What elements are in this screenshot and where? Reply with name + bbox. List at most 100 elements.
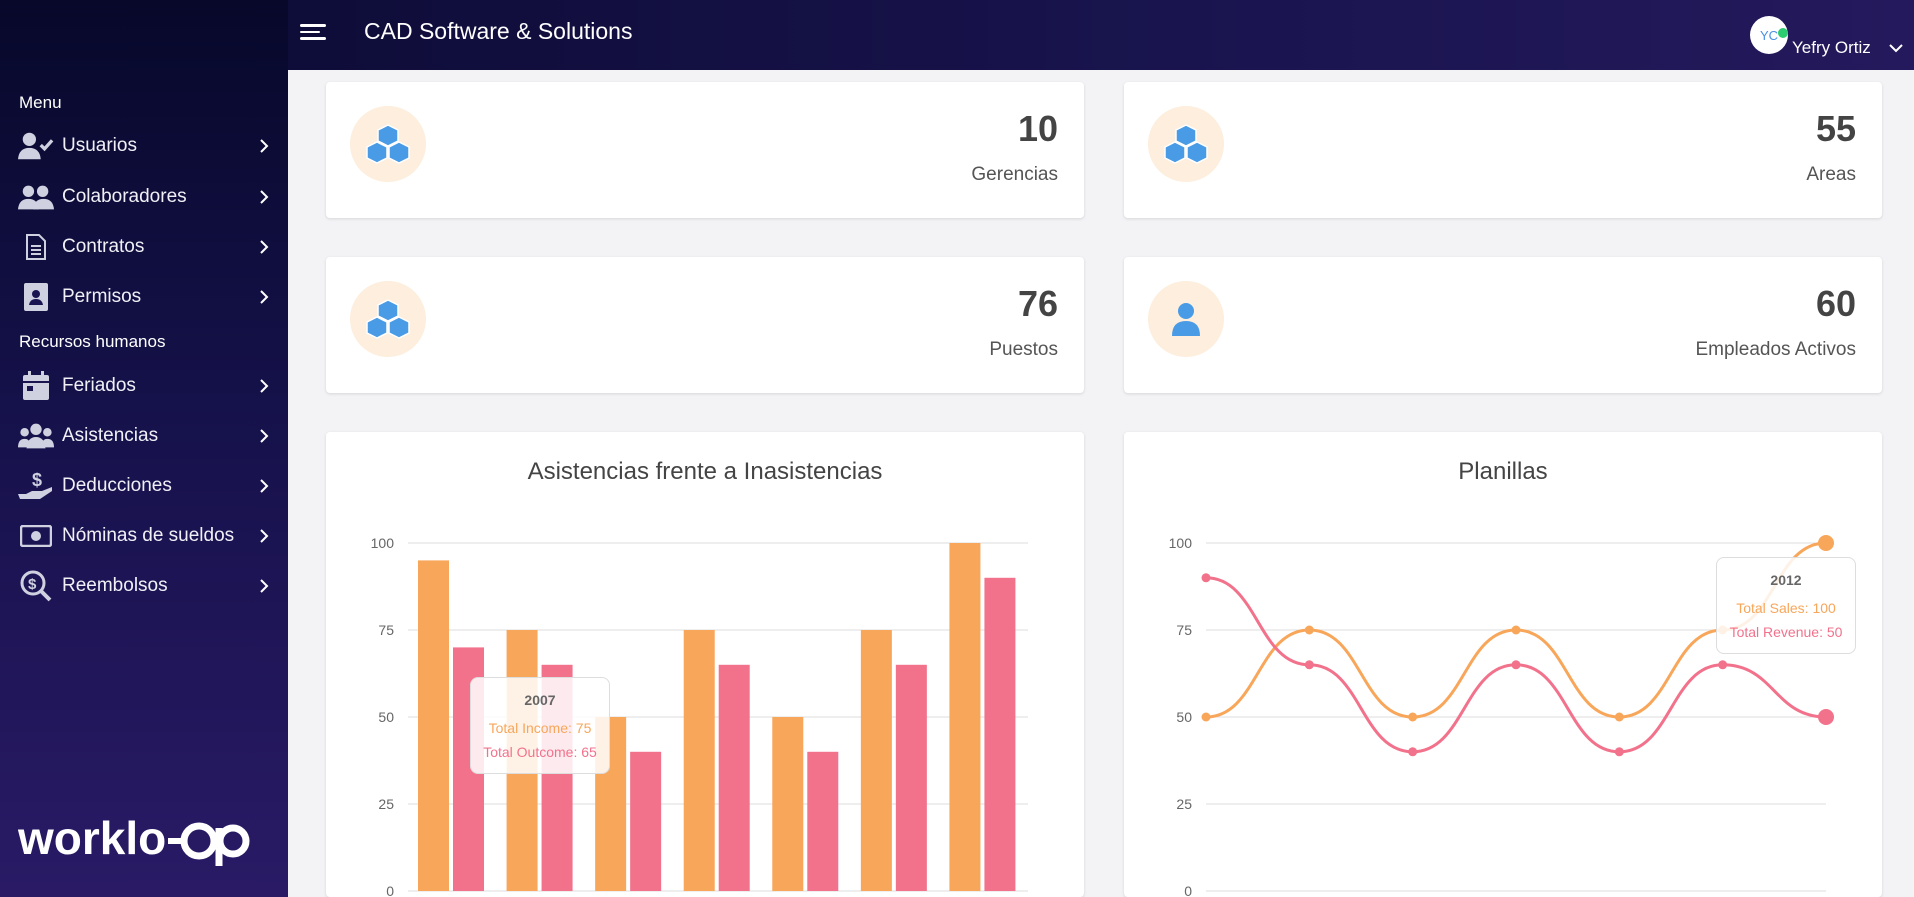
chevron-right-icon — [260, 579, 269, 593]
y-tick-label: 25 — [378, 796, 394, 812]
stat-label: Empleados Activos — [1695, 339, 1856, 360]
search-dollar-icon: $ — [18, 570, 54, 602]
data-point — [1511, 660, 1521, 670]
sidebar-item-label: Colaboradores — [62, 186, 187, 207]
chevron-down-icon[interactable] — [1886, 38, 1906, 58]
tooltip-line: Total Sales: 100 — [1736, 600, 1836, 616]
chevron-right-icon — [260, 139, 269, 153]
bar — [807, 751, 839, 891]
document-icon — [18, 231, 54, 263]
chevron-right-icon — [260, 240, 269, 254]
stat-card-gerencias: 10 Gerencias — [326, 82, 1084, 218]
sidebar-item-label: Deducciones — [62, 475, 172, 496]
bar — [418, 560, 449, 891]
bar — [984, 577, 1016, 891]
cubes-icon — [1148, 106, 1224, 182]
chevron-right-icon — [260, 190, 269, 204]
bar — [630, 751, 662, 891]
chevron-right-icon — [260, 429, 269, 443]
sidebar-section-hr: Recursos humanos — [19, 332, 166, 351]
sidebar-item-label: Nóminas de sueldos — [62, 525, 235, 546]
chart-tooltip: 2007 Total Income: 75 Total Outcome: 65 — [470, 677, 610, 774]
sidebar-item-asistencias[interactable]: Asistencias — [0, 414, 288, 458]
stat-card-areas: 55 Areas — [1124, 82, 1882, 218]
stat-value: 55 — [1815, 108, 1856, 149]
app-title: CAD Software & Solutions — [364, 18, 633, 44]
sidebar-item-label: Asistencias — [62, 425, 159, 446]
tooltip-line: Total Revenue: 50 — [1729, 624, 1843, 640]
user-check-icon — [18, 130, 54, 162]
bar — [949, 543, 981, 891]
user-menu-name[interactable]: Yefry Ortiz — [1792, 38, 1871, 58]
svg-text:$: $ — [32, 470, 42, 490]
data-point — [1614, 712, 1624, 722]
y-tick-label: 0 — [1184, 883, 1192, 897]
chevron-right-icon — [260, 290, 269, 304]
tooltip-title: 2007 — [524, 692, 556, 708]
y-tick-label: 75 — [1176, 622, 1192, 638]
y-tick-label: 25 — [1176, 796, 1192, 812]
sidebar-item-usuarios[interactable]: Usuarios — [0, 124, 288, 168]
users-icon — [18, 181, 54, 213]
bar — [683, 630, 715, 891]
svg-text:$: $ — [28, 576, 37, 593]
chevron-right-icon — [260, 479, 269, 493]
stat-card-empleados: 60 Empleados Activos — [1124, 257, 1882, 393]
money-bill-icon — [18, 520, 54, 552]
data-point — [1818, 709, 1834, 725]
svg-text:worklo: worklo — [18, 812, 166, 864]
workloop-logo: worklo — [18, 812, 250, 866]
sidebar-item-reembolsos[interactable]: $ Reembolsos — [0, 564, 288, 608]
stat-label: Puestos — [989, 339, 1058, 360]
sidebar-item-feriados[interactable]: Feriados — [0, 364, 288, 408]
sidebar-item-colaboradores[interactable]: Colaboradores — [0, 175, 288, 219]
stat-label: Areas — [1806, 164, 1856, 185]
cubes-icon — [350, 281, 426, 357]
id-badge-icon — [18, 281, 54, 313]
data-point — [1408, 747, 1418, 757]
stat-value: 60 — [1815, 283, 1856, 324]
bar-chart: 0 25 50 75 100 — [371, 535, 1028, 897]
chart-tooltip: 2012 Total Sales: 100 Total Revenue: 50 — [1716, 557, 1856, 654]
y-tick-label: 75 — [378, 622, 394, 638]
y-tick-label: 50 — [1176, 709, 1192, 725]
sidebar-item-label: Reembolsos — [62, 575, 168, 596]
tooltip-line: Total Outcome: 65 — [483, 744, 597, 760]
sidebar-item-label: Permisos — [62, 286, 142, 307]
data-point — [1818, 535, 1834, 551]
stat-label: Gerencias — [971, 164, 1058, 185]
y-tick-label: 0 — [386, 883, 394, 897]
bar — [772, 717, 804, 891]
data-point — [1614, 747, 1624, 757]
data-point — [1718, 660, 1728, 670]
calendar-icon — [18, 370, 54, 402]
sidebar: Menu Usuarios Colaboradores Contratos Pe… — [0, 0, 288, 897]
data-point — [1511, 625, 1521, 635]
online-status-dot — [1778, 28, 1788, 38]
chart-card-planillas: Planillas 0 25 50 75 100 2012 Total Sales: 1… — [1124, 432, 1882, 897]
data-point — [1201, 573, 1211, 583]
tooltip-title: 2012 — [1770, 572, 1802, 588]
bar — [718, 664, 750, 891]
chart-card-asistencias: Asistencias frente a Inasistencias 0 25 50… — [326, 432, 1084, 897]
stat-value: 10 — [1017, 108, 1058, 149]
sidebar-section-menu: Menu — [19, 93, 62, 112]
sidebar-item-contratos[interactable]: Contratos — [0, 225, 288, 269]
sidebar-item-label: Feriados — [62, 375, 136, 396]
sidebar-item-permisos[interactable]: Permisos — [0, 275, 288, 319]
topbar: CAD Software & Solutions YC Yefry Ortiz — [288, 0, 1914, 70]
stat-value: 76 — [1017, 283, 1058, 324]
bar — [860, 630, 892, 891]
data-point — [1304, 660, 1314, 670]
data-point — [1304, 625, 1314, 635]
hamburger-menu-icon[interactable] — [300, 20, 328, 48]
line-chart: 0 25 50 75 100 — [1169, 535, 1834, 897]
y-tick-label: 100 — [371, 535, 395, 551]
hand-dollar-icon: $ — [18, 470, 54, 502]
sidebar-item-nominas[interactable]: Nóminas de sueldos — [0, 514, 288, 558]
bar — [895, 664, 927, 891]
data-point — [1201, 712, 1211, 722]
sidebar-item-deducciones[interactable]: $ Deducciones — [0, 464, 288, 508]
sidebar-item-label: Usuarios — [62, 135, 137, 156]
tooltip-line: Total Income: 75 — [488, 720, 592, 736]
